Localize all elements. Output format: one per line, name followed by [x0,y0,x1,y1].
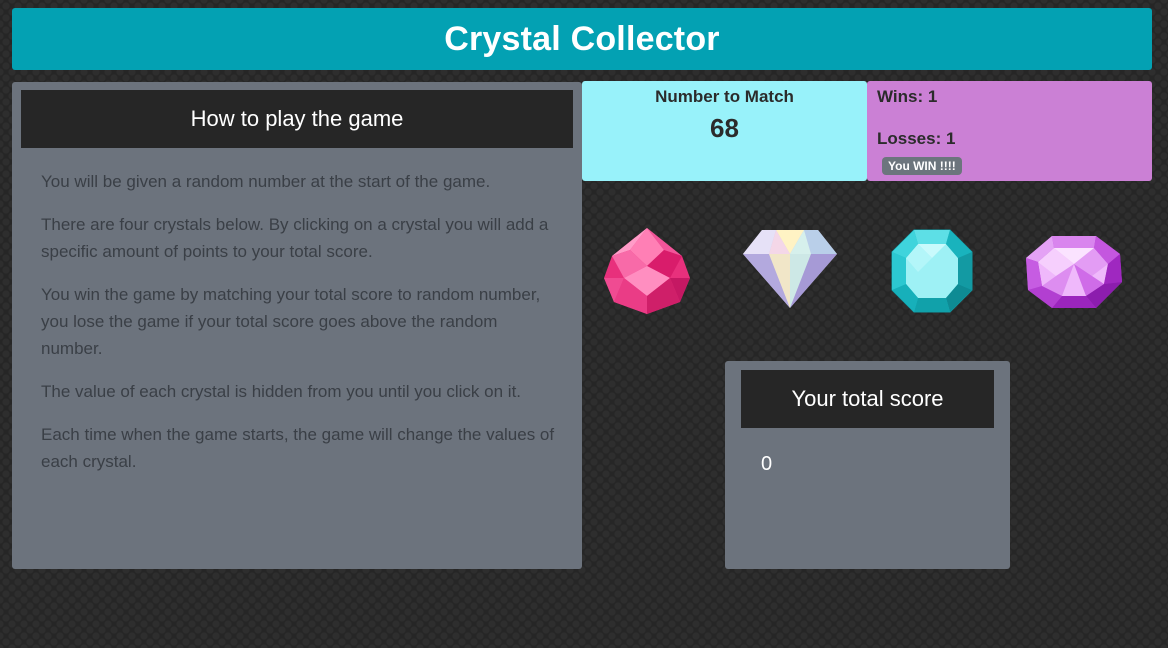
wins-count: Wins: 1 [877,87,938,106]
instructions-heading: How to play the game [21,90,573,148]
purple-crystal-button[interactable] [1024,234,1124,310]
purple-crystal-icon [1026,236,1122,308]
pink-crystal-icon [604,228,690,314]
app-title: Crystal Collector [12,8,1152,70]
instruction-paragraph: There are four crystals below. By clicki… [41,215,549,261]
instruction-paragraph: You will be given a random number at the… [41,172,491,191]
stats-box: Wins: 1 Losses: 1 You WIN !!!! [867,81,1152,181]
instruction-paragraph: The value of each crystal is hidden from… [41,382,522,401]
target-label: Number to Match [655,87,794,106]
instruction-paragraph: Each time when the game starts, the game… [41,425,555,471]
total-score: 0 [761,453,773,475]
status-badge: You WIN !!!! [882,157,962,175]
target-number: 68 [710,113,739,143]
instructions-panel: How to play the game You will be given a… [12,82,582,569]
teal-crystal-button[interactable] [890,228,974,314]
white-diamond-button[interactable] [742,228,838,310]
instruction-paragraph: You win the game by matching your total … [41,285,541,358]
diamond-icon [743,230,837,308]
score-panel: Your total score 0 [725,361,1010,569]
target-number-box: Number to Match 68 [582,81,867,181]
score-heading: Your total score [741,370,994,428]
losses-count: Losses: 1 [877,129,956,148]
pink-crystal-button[interactable] [602,226,692,316]
teal-crystal-icon [891,229,973,313]
instructions-text: You will be given a random number at the… [41,168,561,491]
